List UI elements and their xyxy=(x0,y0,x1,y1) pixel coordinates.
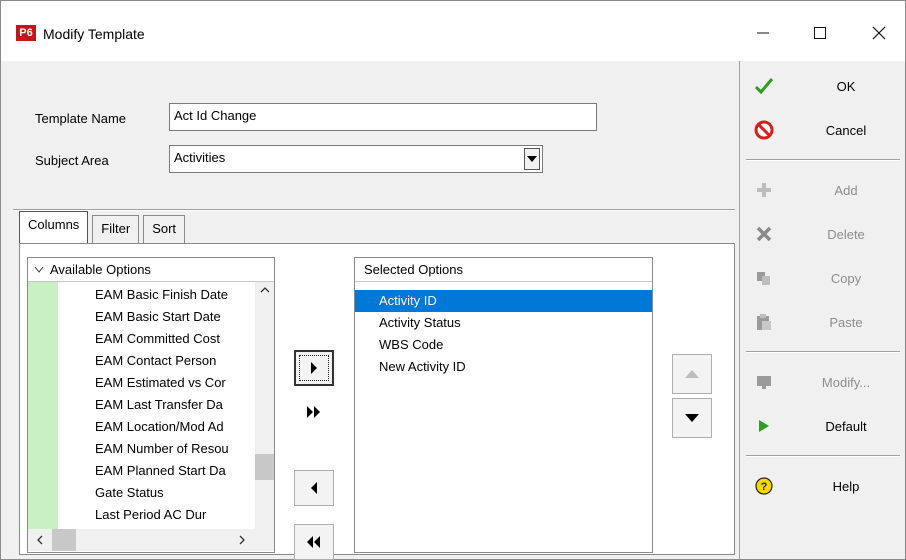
cancel-button[interactable]: Cancel xyxy=(744,111,902,149)
list-item[interactable]: EAM Basic Finish Date xyxy=(95,284,265,306)
minimize-icon xyxy=(757,32,769,34)
title-bar[interactable]: P6 Modify Template xyxy=(1,1,905,61)
scroll-right-icon[interactable] xyxy=(232,529,252,551)
play-icon xyxy=(754,416,774,436)
chevron-down-icon xyxy=(34,266,44,273)
help-icon: ? xyxy=(754,476,774,496)
button-separator xyxy=(746,159,900,161)
subject-area-label: Subject Area xyxy=(35,153,109,168)
svg-text:?: ? xyxy=(761,481,768,493)
selected-options-list[interactable]: Selected Options Activity ID Activity St… xyxy=(354,257,653,553)
add-icon xyxy=(754,180,774,200)
add-label: Add xyxy=(834,182,858,198)
list-item-selected[interactable]: Activity ID xyxy=(355,290,652,312)
move-right-button[interactable] xyxy=(294,350,334,386)
delete-button[interactable]: Delete xyxy=(744,215,902,253)
move-all-right-button[interactable] xyxy=(294,394,334,430)
move-down-button[interactable] xyxy=(672,398,712,438)
double-arrow-right-icon xyxy=(307,406,320,418)
modify-label: Modify... xyxy=(821,374,871,390)
horizontal-scroll-thumb[interactable] xyxy=(52,529,76,551)
list-item[interactable]: WBS Code xyxy=(355,334,652,356)
columns-tab-panel: Available Options EAM Basic Finish Date … xyxy=(19,243,735,560)
copy-label: Copy xyxy=(830,270,862,286)
arrow-up-icon xyxy=(685,370,699,378)
paste-icon xyxy=(754,312,774,332)
selected-items: Activity ID Activity Status WBS Code New… xyxy=(355,290,652,378)
default-button[interactable]: Default xyxy=(744,407,902,445)
list-item[interactable]: EAM Location/Mod Ad xyxy=(95,416,265,438)
list-item[interactable]: EAM Planned Start Da xyxy=(95,460,265,482)
tab-filter[interactable]: Filter xyxy=(92,215,140,243)
add-button[interactable]: Add xyxy=(744,171,902,209)
dropdown-arrow-icon[interactable] xyxy=(524,148,540,170)
help-label: Help xyxy=(832,478,860,494)
button-separator xyxy=(746,455,900,457)
help-button[interactable]: ? Help xyxy=(744,467,902,505)
available-options-list[interactable]: Available Options EAM Basic Finish Date … xyxy=(27,257,275,553)
modify-button[interactable]: Modify... xyxy=(744,363,902,401)
tab-columns[interactable]: Columns xyxy=(19,211,89,243)
tree-indent-strip xyxy=(28,282,58,529)
default-label: Default xyxy=(825,418,867,434)
selected-options-header: Selected Options xyxy=(355,258,652,282)
modify-icon xyxy=(754,372,774,392)
template-name-label: Template Name xyxy=(35,111,127,126)
copy-icon xyxy=(754,268,774,288)
tab-strip: Columns Filter Sort xyxy=(19,211,189,243)
available-vertical-scrollbar[interactable] xyxy=(255,282,275,529)
list-item[interactable]: EAM Contact Person xyxy=(95,350,265,372)
paste-button[interactable]: Paste xyxy=(744,303,902,341)
scroll-up-icon[interactable] xyxy=(255,282,275,298)
checkmark-icon xyxy=(754,76,774,96)
close-icon xyxy=(872,26,886,40)
vertical-scroll-thumb[interactable] xyxy=(255,454,274,480)
paste-label: Paste xyxy=(829,314,863,330)
maximize-button[interactable] xyxy=(798,15,842,51)
list-item[interactable]: Last Period AC Dur xyxy=(95,504,265,526)
modify-template-dialog: P6 Modify Template Template Name Act Id … xyxy=(0,0,906,560)
arrow-down-icon xyxy=(685,414,699,422)
subject-area-value: Activities xyxy=(174,150,226,165)
scroll-left-icon[interactable] xyxy=(30,529,50,551)
available-options-header[interactable]: Available Options xyxy=(28,258,274,282)
button-separator xyxy=(746,351,900,353)
minimize-button[interactable] xyxy=(741,15,785,51)
move-up-button[interactable] xyxy=(672,354,712,394)
cancel-icon xyxy=(754,120,774,140)
main-panel: Template Name Act Id Change Subject Area… xyxy=(1,61,739,560)
delete-icon xyxy=(754,224,774,244)
list-item[interactable]: EAM Basic Start Date xyxy=(95,306,265,328)
move-left-button[interactable] xyxy=(294,470,334,506)
available-options-title: Available Options xyxy=(50,262,151,277)
list-item[interactable]: New Activity ID xyxy=(355,356,652,378)
list-item[interactable]: EAM Number of Resou xyxy=(95,438,265,460)
close-button[interactable] xyxy=(857,15,901,51)
p6-app-icon: P6 xyxy=(16,25,36,41)
copy-button[interactable]: Copy xyxy=(744,259,902,297)
subject-area-select[interactable]: Activities xyxy=(169,145,543,173)
list-item[interactable]: EAM Last Transfer Da xyxy=(95,394,265,416)
ok-label: OK xyxy=(836,78,856,94)
list-item[interactable]: EAM Committed Cost xyxy=(95,328,265,350)
action-button-panel: OK Cancel Add Delete Copy Paste Modify..… xyxy=(739,61,905,559)
ok-button[interactable]: OK xyxy=(744,67,902,105)
delete-label: Delete xyxy=(827,226,865,242)
list-item[interactable]: Activity Status xyxy=(355,312,652,334)
maximize-icon xyxy=(814,27,826,39)
available-items: EAM Basic Finish Date EAM Basic Start Da… xyxy=(95,284,265,526)
template-name-input[interactable]: Act Id Change xyxy=(169,103,597,131)
arrow-left-icon xyxy=(311,482,317,494)
available-horizontal-scrollbar[interactable] xyxy=(28,529,274,551)
list-item[interactable]: Gate Status xyxy=(95,482,265,504)
focus-rectangle xyxy=(299,355,329,381)
list-item[interactable]: EAM Estimated vs Cor xyxy=(95,372,265,394)
move-all-left-button[interactable] xyxy=(294,524,334,560)
cancel-label: Cancel xyxy=(825,122,867,138)
window-title: Modify Template xyxy=(43,26,145,42)
tab-sort[interactable]: Sort xyxy=(143,215,186,243)
double-arrow-left-icon xyxy=(307,536,320,548)
